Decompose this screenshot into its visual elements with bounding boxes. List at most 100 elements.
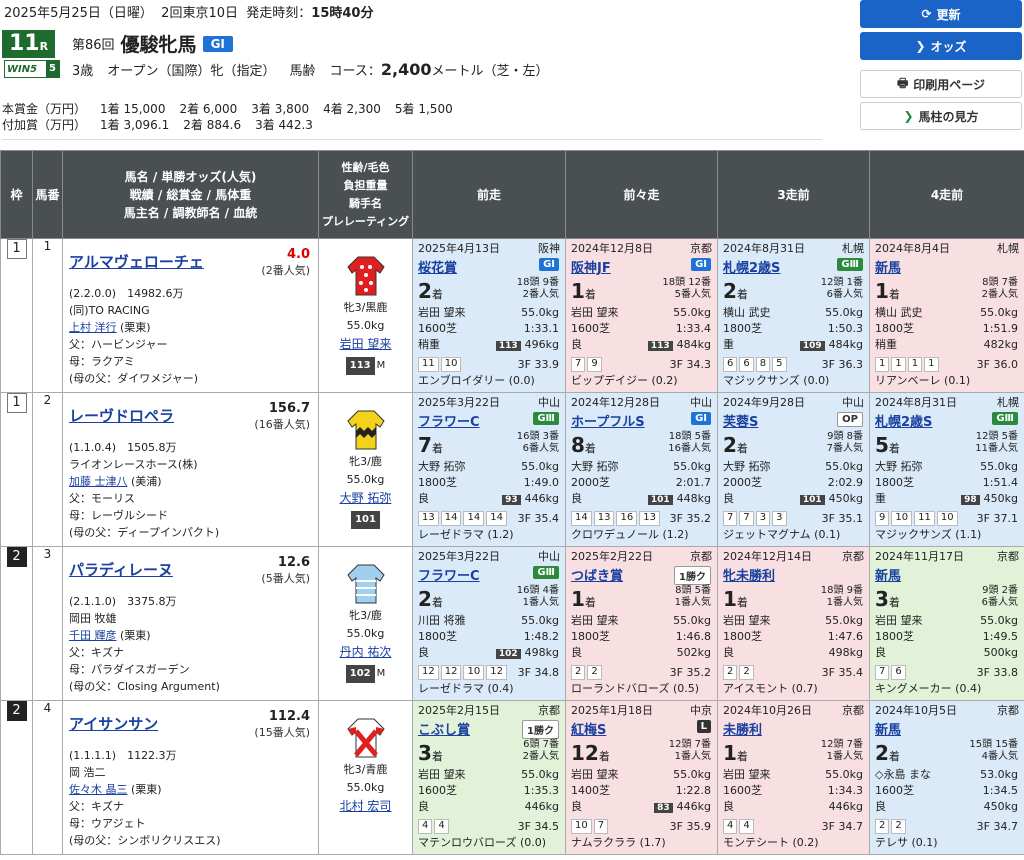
field-info: 12頭 7番 1番人気 bbox=[820, 739, 863, 762]
jockey-link[interactable]: 北村 宏司 bbox=[319, 797, 412, 815]
waku-cell: 1 bbox=[0, 392, 33, 547]
rating-line: 102 M bbox=[319, 661, 412, 683]
past-jockey: 川田 将雅 55.0kg bbox=[418, 614, 559, 627]
past-race-link[interactable]: つばき賞 bbox=[571, 565, 623, 584]
past-race-cell: 2025年3月22日 中山 フラワーC GⅢ 7着 16頭 3番 6番人気 大野 拓弥 55.0… bbox=[412, 392, 566, 547]
field-info: 18頭 9番 1番人気 bbox=[820, 585, 863, 608]
guide-button[interactable]: ❯ 馬柱の見方 bbox=[860, 102, 1022, 130]
past-race-link[interactable]: 未勝利 bbox=[723, 719, 762, 738]
past-rating-badge: 102 bbox=[495, 649, 521, 659]
odds-value: 4.0 bbox=[286, 247, 310, 262]
past-race-link[interactable]: 札幌2歳S bbox=[723, 257, 780, 276]
past-race-cell: 2024年12月8日 京都 阪神JF GⅠ 1着 18頭 12番 5番人気 岩田 望来 55.0… bbox=[565, 238, 718, 393]
stable: (美浦) bbox=[127, 475, 162, 488]
past-race-link[interactable]: こぶし賞 bbox=[418, 719, 470, 738]
horse-name-link[interactable]: パラディレーヌ bbox=[69, 559, 173, 580]
horse-name-link[interactable]: レーヴドロペラ bbox=[69, 405, 174, 426]
race-conditions: 3歳 オープン（国際）牝（指定） 馬齢 コース：2,400メートル（芝・左） bbox=[72, 60, 549, 79]
trainer-link[interactable]: 千田 輝彦 bbox=[69, 629, 117, 642]
finish-position: 3着 bbox=[875, 587, 900, 611]
trainer-link[interactable]: 上村 洋行 bbox=[69, 321, 117, 334]
horse-cell: アイサンサン 112.4 (15番人気) (1.1.1.1) 1122.3万岡 浩二佐… bbox=[62, 700, 319, 855]
print-page-button[interactable]: 🖶 印刷用ページ bbox=[860, 70, 1022, 98]
finish-position: 2着 bbox=[723, 433, 748, 457]
past-race-link[interactable]: 札幌2歳S bbox=[875, 411, 932, 430]
past-condition: 良 446kg bbox=[418, 800, 559, 813]
odds-button[interactable]: ❯ オッズ bbox=[860, 32, 1022, 60]
past-race-cell: 2025年2月15日 京都 こぶし賞 1勝ク 3着 6頭 7番 2番人気 岩田 望来 55.0k… bbox=[412, 700, 566, 855]
jockey-link[interactable]: 大野 拓弥 bbox=[319, 489, 412, 507]
past-jockey: 岩田 望来 55.0kg bbox=[418, 768, 559, 781]
trainer-link[interactable]: 佐々木 晶三 bbox=[69, 783, 128, 796]
finish-position: 2着 bbox=[418, 279, 443, 303]
past-race-link[interactable]: 新馬 bbox=[875, 257, 901, 276]
past-race-link[interactable]: 芙蓉S bbox=[723, 411, 758, 430]
past-corners: 6 6 8 5 3F 36.3 bbox=[723, 357, 863, 372]
finish-position: 3着 bbox=[418, 741, 443, 765]
past-race-link[interactable]: 桜花賞 bbox=[418, 257, 457, 276]
past-winner: レーゼドラマ (0.4) bbox=[418, 682, 514, 695]
past-track: 中山 bbox=[690, 396, 712, 409]
record: (1.1.1.1) 1122.3万 bbox=[69, 749, 177, 762]
last-3f: 3F 36.0 bbox=[976, 358, 1018, 371]
past-jockey: 岩田 望来 55.0kg bbox=[418, 306, 559, 319]
field-info: 16頭 3番 6番人気 bbox=[516, 431, 559, 454]
finish-position: 1着 bbox=[571, 587, 596, 611]
past-race-link[interactable]: 新馬 bbox=[875, 719, 901, 738]
dam: 母：レーヴルシード bbox=[69, 509, 168, 522]
header-past-4: 4走前 bbox=[869, 150, 1024, 239]
past-course: 1800芝 1:50.3 bbox=[723, 322, 863, 335]
trainer-line: 加藤 士津八 (美浦) bbox=[69, 473, 219, 490]
field-info: 18頭 5番 16番人気 bbox=[668, 431, 711, 454]
finish-position: 1着 bbox=[723, 587, 748, 611]
corner-positions: 7733 bbox=[723, 511, 787, 526]
finish-position: 5着 bbox=[875, 433, 900, 457]
past-race-link[interactable]: 阪神JF bbox=[571, 257, 611, 276]
update-button[interactable]: ⟳ 更新 bbox=[860, 0, 1022, 28]
finish-position: 2着 bbox=[875, 741, 900, 765]
past-track: 中山 bbox=[538, 396, 560, 409]
jockey-link[interactable]: 丹内 祐次 bbox=[319, 643, 412, 661]
past-jockey: 横山 武史 55.0kg bbox=[875, 306, 1018, 319]
past-race-link[interactable]: 牝未勝利 bbox=[723, 565, 775, 584]
past-jockey: 大野 拓弥 55.0kg bbox=[418, 460, 559, 473]
corner-positions: 13 14 14 14 bbox=[418, 511, 507, 526]
trainer-link[interactable]: 加藤 士津八 bbox=[69, 475, 128, 488]
horse-name-link[interactable]: アイサンサン bbox=[69, 713, 158, 734]
burden-weight: 55.0kg bbox=[346, 319, 385, 332]
past-winner: レーゼドラマ (1.2) bbox=[418, 528, 514, 541]
past-condition: 良 101 448kg bbox=[571, 492, 711, 505]
waku-cell: 1 bbox=[0, 238, 33, 393]
past-race-link[interactable]: フラワーC bbox=[418, 411, 480, 430]
past-winner: クロワデュノール (1.2) bbox=[571, 528, 689, 541]
sire: 父：キズナ bbox=[69, 646, 124, 659]
past-race-link[interactable]: 新馬 bbox=[875, 565, 901, 584]
corner-positions: 22 bbox=[723, 665, 754, 680]
past-race-link[interactable]: フラワーC bbox=[418, 565, 480, 584]
jockey-info: 牝3/青鹿 55.0kg 北村 宏司 bbox=[319, 761, 412, 815]
trainer-line: 上村 洋行 (栗東) bbox=[69, 319, 198, 336]
past-track: 中京 bbox=[690, 704, 712, 717]
damsire: (母の父：シンボリクリスエス) bbox=[69, 834, 221, 847]
jockey-link[interactable]: 岩田 望来 bbox=[319, 335, 412, 353]
last-3f: 3F 34.7 bbox=[821, 820, 863, 833]
past-condition: 重 98 450kg bbox=[875, 492, 1018, 505]
past-condition: 稍重 482kg bbox=[875, 338, 1018, 351]
corner-positions: 14 13 16 13 bbox=[571, 511, 660, 526]
grade-badge: GⅠ bbox=[202, 35, 233, 52]
finish-position: 1着 bbox=[571, 279, 596, 303]
past-race-cell: 2025年2月22日 京都 つばき賞 1勝ク 1着 8頭 5番 1番人気 岩田 望来 55.0k… bbox=[565, 546, 718, 701]
past-grade-badge: GⅠ bbox=[539, 258, 559, 271]
past-jockey: 岩田 望来 55.0kg bbox=[875, 614, 1018, 627]
stable: (栗東) bbox=[116, 321, 151, 334]
horse-name-link[interactable]: アルマヴェローチェ bbox=[69, 251, 204, 272]
past-date: 2025年2月15日 bbox=[418, 704, 500, 717]
past-winner: マテンロウバローズ (0.0) bbox=[418, 836, 547, 849]
past-jockey: 岩田 望来 55.0kg bbox=[571, 614, 711, 627]
past-condition: 良 500kg bbox=[875, 646, 1018, 659]
last-3f: 3F 35.2 bbox=[669, 512, 711, 525]
past-race-link[interactable]: 紅梅S bbox=[571, 719, 606, 738]
past-corners: 2 2 3F 35.4 bbox=[723, 665, 863, 680]
past-race-link[interactable]: ホープフルS bbox=[571, 411, 645, 430]
past-corners: 11 10 3F 33.9 bbox=[418, 357, 559, 372]
